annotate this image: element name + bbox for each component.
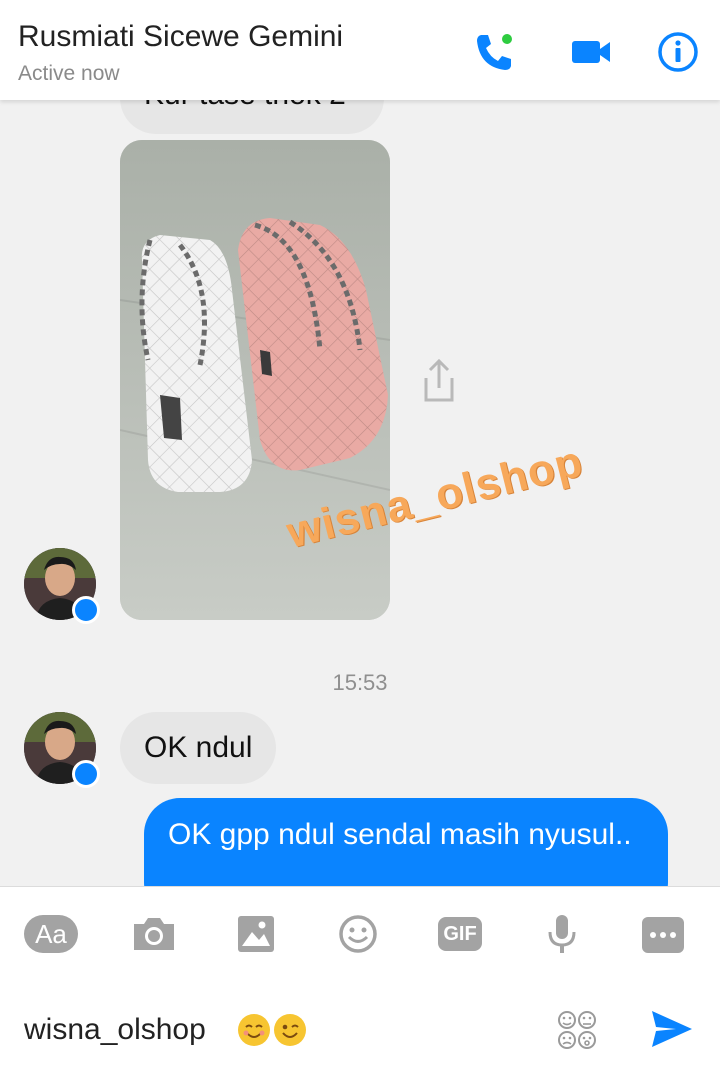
- message-text: Kur tase thok 2: [144, 100, 346, 112]
- messenger-badge-icon: [72, 596, 100, 624]
- microphone-icon[interactable]: [538, 914, 586, 954]
- incoming-message-bubble[interactable]: OK ndul: [120, 712, 277, 784]
- messenger-conversation: Rusmiati Sicewe Gemini Active now Kur: [0, 0, 720, 1078]
- text-format-button[interactable]: Aa: [24, 915, 78, 953]
- camera-icon[interactable]: [130, 914, 178, 954]
- contact-name[interactable]: Rusmiati Sicewe Gemini: [18, 20, 343, 54]
- image-icon[interactable]: [232, 914, 280, 954]
- winking-face-icon: [274, 1014, 306, 1046]
- video-camera-icon[interactable]: [570, 30, 614, 74]
- conversation-header: Rusmiati Sicewe Gemini Active now: [0, 0, 720, 100]
- message-list[interactable]: Kur tase thok 2: [0, 100, 720, 886]
- message-timestamp: 15:53: [332, 670, 388, 695]
- photo-attachment[interactable]: [120, 140, 390, 620]
- outgoing-message-bubble[interactable]: OK gpp ndul sendal masih nyusul..: [144, 798, 668, 886]
- smiling-face-icon: [238, 1014, 270, 1046]
- message-text: OK gpp ndul sendal masih nyusul..: [168, 818, 632, 851]
- handbags-photo: [120, 140, 390, 620]
- share-icon[interactable]: [414, 356, 464, 406]
- emoji-icon[interactable]: [334, 914, 382, 954]
- messenger-badge-icon: [72, 760, 100, 788]
- message-input[interactable]: wisna_olshop: [24, 1013, 206, 1047]
- info-icon[interactable]: [656, 30, 700, 74]
- gif-button[interactable]: GIF: [438, 917, 482, 951]
- message-composer: Aa GIF wisna_olshop: [0, 886, 720, 1078]
- phone-call-icon[interactable]: [472, 30, 516, 74]
- send-icon[interactable]: [650, 1009, 694, 1049]
- stickers-icon[interactable]: [556, 1009, 598, 1051]
- more-icon[interactable]: [642, 917, 684, 953]
- presence-status: Active now: [18, 62, 120, 85]
- incoming-message-bubble[interactable]: Kur tase thok 2: [120, 100, 384, 134]
- message-text: OK ndul: [144, 731, 253, 764]
